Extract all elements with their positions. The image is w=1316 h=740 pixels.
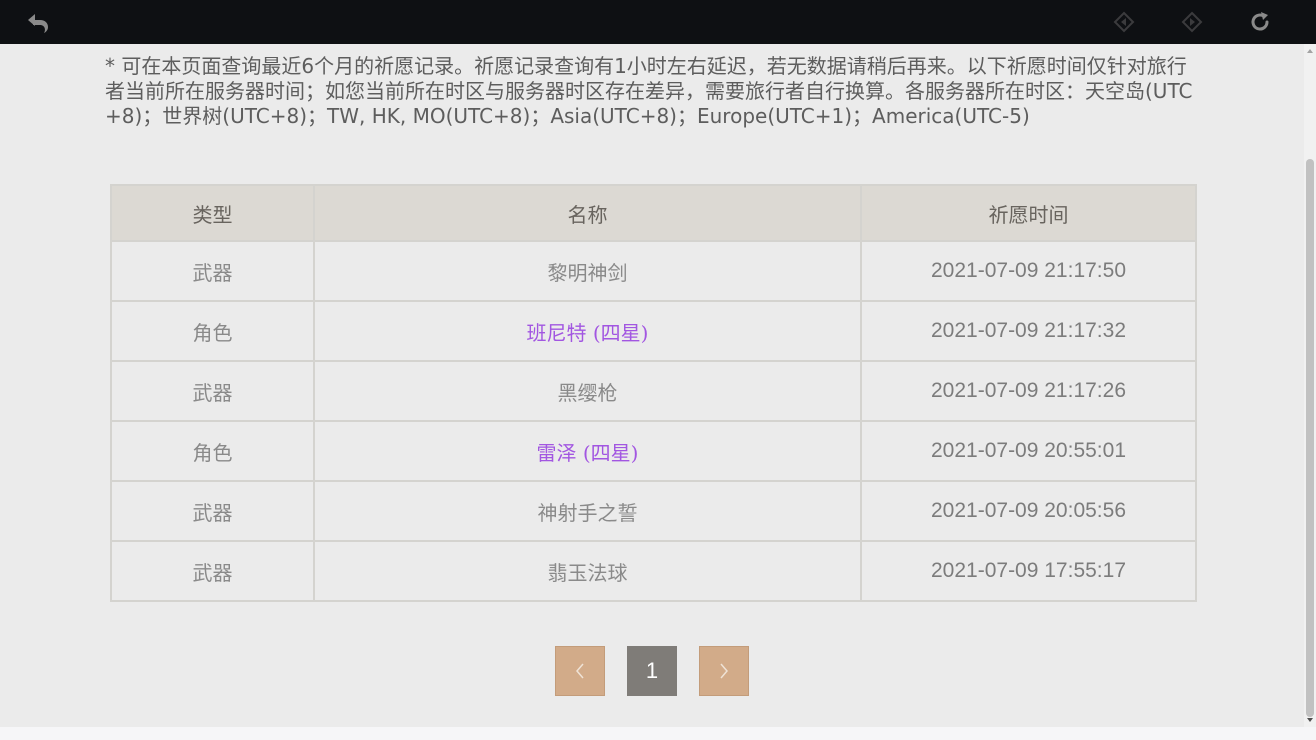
- refresh-button[interactable]: [1238, 0, 1282, 44]
- table-row: 角色 班尼特 (四星) 2021-07-09 21:17:32: [110, 300, 1197, 362]
- cell-name: 翡玉法球: [313, 540, 862, 602]
- top-toolbar: [0, 0, 1316, 44]
- table-header-row: 类型 名称 祈愿时间: [110, 184, 1197, 242]
- cell-time: 2021-07-09 21:17:32: [860, 300, 1197, 362]
- nav-next-button[interactable]: [1170, 0, 1214, 44]
- next-page-button[interactable]: [699, 646, 749, 696]
- notice-text: * 可在本页面查询最近6个月的祈愿记录。祈愿记录查询有1小时左右延迟，若无数据请…: [105, 54, 1193, 128]
- cell-type: 武器: [110, 240, 315, 302]
- cell-name: 黎明神剑: [313, 240, 862, 302]
- prev-page-button[interactable]: [555, 646, 605, 696]
- cell-time: 2021-07-09 21:17:50: [860, 240, 1197, 302]
- chevron-right-icon: [720, 663, 728, 679]
- cell-type: 武器: [110, 480, 315, 542]
- table-row: 武器 神射手之誓 2021-07-09 20:05:56: [110, 480, 1197, 542]
- cell-type: 武器: [110, 360, 315, 422]
- page-number-button[interactable]: 1: [627, 646, 677, 696]
- table-row: 武器 黎明神剑 2021-07-09 21:17:50: [110, 240, 1197, 302]
- header-time: 祈愿时间: [860, 184, 1197, 242]
- cell-type: 武器: [110, 540, 315, 602]
- back-arrow-icon: [28, 14, 48, 33]
- cell-time: 2021-07-09 20:55:01: [860, 420, 1197, 482]
- scroll-down-arrow-icon[interactable]: [1307, 718, 1313, 722]
- wish-history-page: * 可在本页面查询最近6个月的祈愿记录。祈愿记录查询有1小时左右延迟，若无数据请…: [0, 44, 1304, 727]
- cell-time: 2021-07-09 21:17:26: [860, 360, 1197, 422]
- cell-type: 角色: [110, 420, 315, 482]
- diamond-arrow-right-icon: [1181, 11, 1203, 33]
- diamond-arrow-left-icon: [1113, 11, 1135, 33]
- nav-prev-button[interactable]: [1102, 0, 1146, 44]
- cell-time: 2021-07-09 20:05:56: [860, 480, 1197, 542]
- cell-name: 雷泽 (四星): [313, 420, 862, 482]
- header-name: 名称: [313, 184, 862, 242]
- scrollbar-thumb[interactable]: [1306, 159, 1314, 717]
- cell-name: 班尼特 (四星): [313, 300, 862, 362]
- cell-time: 2021-07-09 17:55:17: [860, 540, 1197, 602]
- back-button[interactable]: [16, 0, 60, 44]
- table-row: 武器 黑缨枪 2021-07-09 21:17:26: [110, 360, 1197, 422]
- wish-records-table: 类型 名称 祈愿时间 武器 黎明神剑 2021-07-09 21:17:50 角…: [110, 184, 1197, 602]
- table-row: 角色 雷泽 (四星) 2021-07-09 20:55:01: [110, 420, 1197, 482]
- cell-type: 角色: [110, 300, 315, 362]
- vertical-scrollbar[interactable]: [1304, 44, 1316, 727]
- chevron-left-icon: [576, 663, 584, 679]
- refresh-icon: [1251, 12, 1269, 31]
- bottom-strip: [0, 727, 1316, 740]
- cell-name: 神射手之誓: [313, 480, 862, 542]
- scroll-up-arrow-icon[interactable]: [1307, 49, 1313, 53]
- table-row: 武器 翡玉法球 2021-07-09 17:55:17: [110, 540, 1197, 602]
- header-type: 类型: [110, 184, 315, 242]
- cell-name: 黑缨枪: [313, 360, 862, 422]
